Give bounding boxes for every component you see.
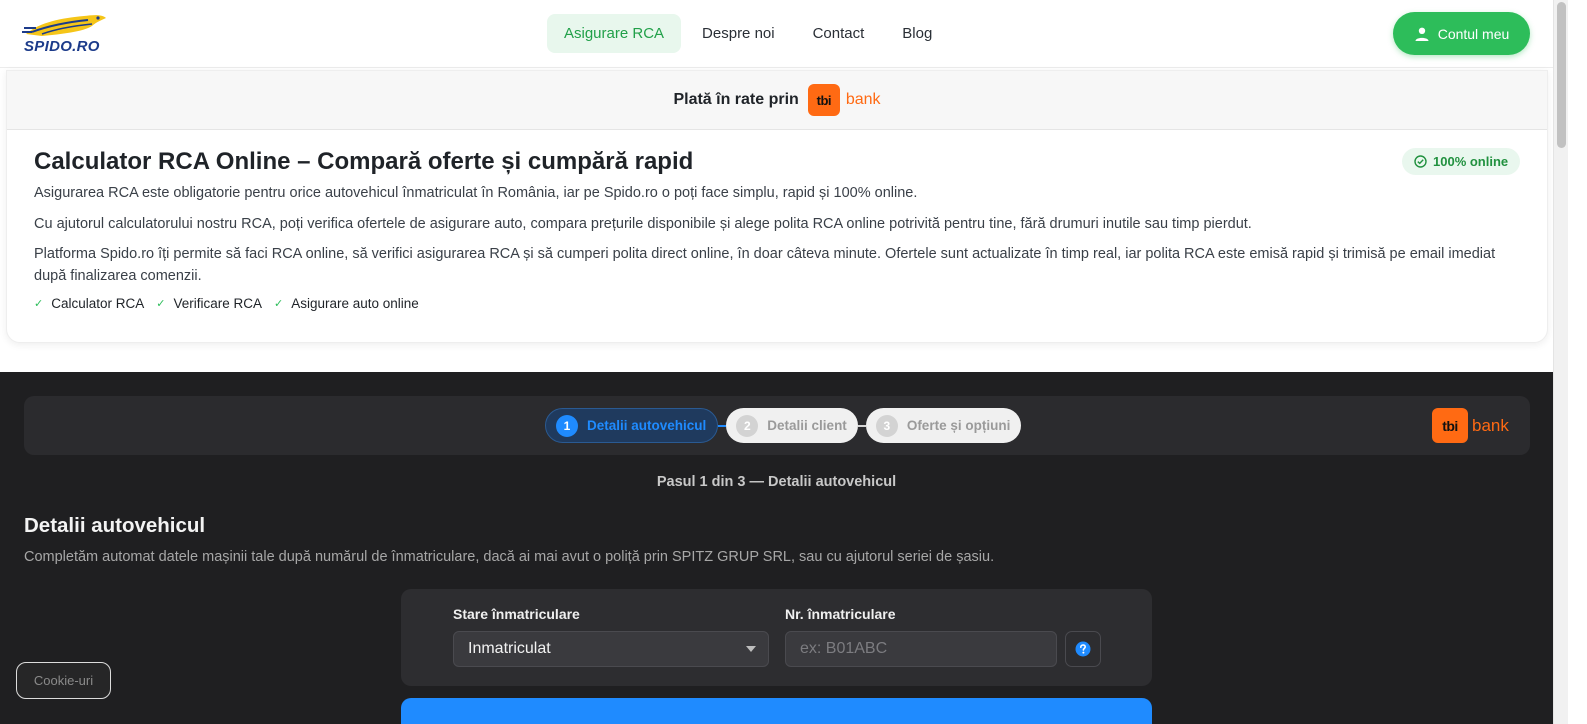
feature-tag-label: Asigurare auto online — [291, 296, 419, 311]
step-number: 1 — [556, 414, 578, 437]
intro-paragraph: Asigurarea RCA este obligatorie pentru o… — [34, 185, 918, 201]
step-oferte-optiuni[interactable]: 3 Oferte și opțiuni — [865, 408, 1022, 443]
tbi-logo: tbi — [807, 84, 840, 116]
account-button-label: Contul meu — [1437, 25, 1510, 42]
step-label: Oferte și opțiuni — [906, 418, 1011, 433]
plate-label: Nr. înmatriculare — [785, 606, 896, 622]
installment-banner: Plată în rate prin tbi bank — [7, 71, 1547, 130]
step-number: 3 — [875, 414, 898, 437]
feature-tag: ✓ Verificare RCA — [156, 296, 262, 311]
nav-item-blog[interactable]: Blog — [885, 14, 949, 53]
page-title: Calculator RCA Online – Compară oferte ș… — [34, 148, 694, 175]
feature-tags: ✓ Calculator RCA ✓ Verificare RCA ✓ Asigura… — [34, 296, 419, 311]
check-icon: ✓ — [34, 298, 44, 310]
step-connector — [718, 424, 727, 427]
plate-help-button[interactable] — [1065, 631, 1101, 667]
cookie-settings-button[interactable]: Cookie-uri — [16, 662, 111, 699]
registration-status-select[interactable]: Inmatriculat — [453, 631, 769, 667]
section-subtitle: Completăm automat datele mașinii tale du… — [24, 549, 995, 565]
check-icon: ✓ — [156, 298, 166, 310]
user-icon — [1415, 27, 1429, 41]
question-circle-icon — [1075, 641, 1091, 657]
spido-logo[interactable]: SPIDO.RO — [22, 12, 110, 56]
intro-card: Plată în rate prin tbi bank Calculator R… — [6, 70, 1548, 343]
top-header: SPIDO.RO Asigurare RCA Despre noi Contac… — [0, 0, 1553, 68]
main-nav: Asigurare RCA Despre noi Contact Blog — [547, 14, 949, 53]
intro-paragraph: Cu ajutorul calculatorului nostru RCA, p… — [34, 216, 1252, 232]
step-number: 2 — [736, 414, 759, 437]
section-title: Detalii autovehicul — [24, 514, 206, 537]
nav-item-asigurare-rca[interactable]: Asigurare RCA — [547, 14, 682, 53]
intro-paragraph: Platforma Spido.ro îți permite să faci R… — [34, 246, 1496, 284]
status-label: Stare înmatriculare — [453, 606, 580, 622]
rca-wizard: 1 Detalii autovehicul 2 Detalii client 3… — [0, 372, 1553, 724]
scrollbar-thumb[interactable] — [1557, 2, 1566, 148]
step-caption: Pasul 1 din 3 — Detalii autovehicul — [656, 474, 897, 490]
feature-tag: ✓ Asigurare auto online — [274, 296, 419, 311]
installment-label: Plată în rate prin — [673, 91, 799, 108]
step-label: Detalii client — [767, 418, 847, 433]
check-icon: ✓ — [274, 298, 284, 310]
wizard-steps: 1 Detalii autovehicul 2 Detalii client 3… — [545, 408, 1022, 443]
feature-tag-label: Calculator RCA — [51, 296, 145, 311]
check-circle-icon — [1414, 155, 1427, 168]
step-label: Detalii autovehicul — [587, 418, 707, 433]
step-detalii-autovehicul[interactable]: 1 Detalii autovehicul — [545, 408, 719, 443]
page-scrollbar[interactable] — [1553, 0, 1568, 724]
feature-tag: ✓ Calculator RCA — [34, 296, 144, 311]
account-button[interactable]: Contul meu — [1393, 12, 1530, 55]
logo-text: SPIDO.RO — [24, 38, 100, 55]
online-badge: 100% online — [1402, 148, 1521, 175]
stepper-tbi-logo: tbi bank — [1432, 408, 1509, 443]
registration-status-value: Inmatriculat — [468, 640, 551, 657]
tbi-bank-word: bank — [845, 91, 881, 108]
tbi-bank-word: bank — [1472, 415, 1509, 435]
wizard-stepper: 1 Detalii autovehicul 2 Detalii client 3… — [24, 396, 1530, 455]
vehicle-form: Stare înmatriculare Inmatriculat Nr. înm… — [401, 589, 1152, 686]
nav-item-contact[interactable]: Contact — [796, 14, 882, 53]
feature-tag-label: Verificare RCA — [173, 296, 262, 311]
tbi-logo: tbi — [1432, 408, 1468, 443]
online-badge-label: 100% online — [1433, 154, 1509, 169]
continue-button[interactable] — [401, 698, 1152, 724]
nav-item-despre-noi[interactable]: Despre noi — [685, 14, 792, 53]
step-detalii-client[interactable]: 2 Detalii client — [726, 408, 858, 443]
chevron-down-icon — [746, 646, 756, 652]
plate-number-input[interactable] — [785, 631, 1057, 667]
step-connector — [857, 424, 866, 427]
